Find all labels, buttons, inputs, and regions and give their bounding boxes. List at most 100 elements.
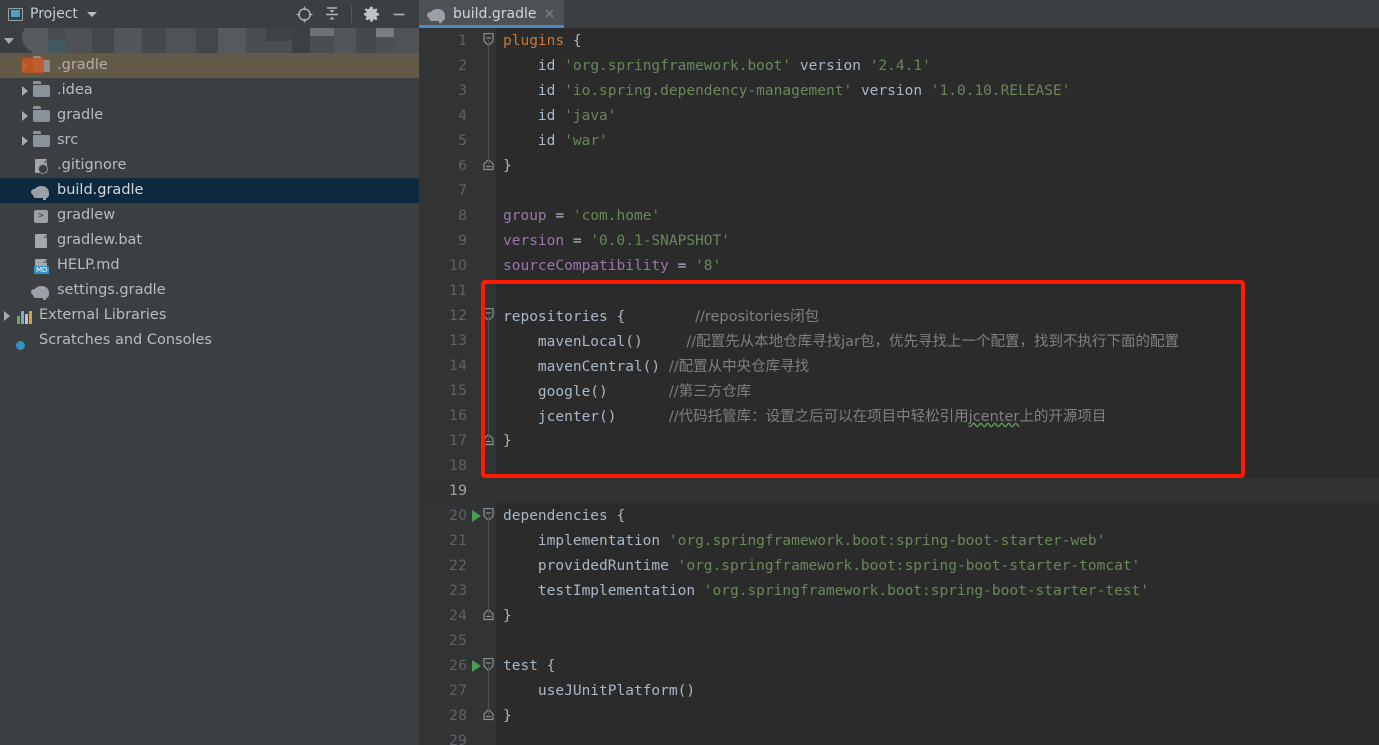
tree-item-src[interactable]: src xyxy=(0,128,419,153)
code-line-26[interactable]: 26 test { xyxy=(419,653,1379,678)
code-line-4[interactable]: 4 id 'java' xyxy=(419,103,1379,128)
tree-item-help-md[interactable]: MD HELP.md xyxy=(0,253,419,278)
editor-tab-build-gradle[interactable]: build.gradle × xyxy=(419,0,565,28)
code-line-18[interactable]: 18 xyxy=(419,453,1379,478)
code-line-17[interactable]: 17} xyxy=(419,428,1379,453)
shell-script-icon: > xyxy=(33,208,50,224)
tree-item-label: .gitignore xyxy=(57,157,127,173)
markdown-file-icon: MD xyxy=(33,258,50,274)
tree-item-gradlew-bat[interactable]: gradlew.bat xyxy=(0,228,419,253)
code-line-text: testImplementation 'org.springframework.… xyxy=(537,582,1150,599)
code-line-24[interactable]: 24} xyxy=(419,603,1379,628)
tree-item-idea[interactable]: .idea xyxy=(0,78,419,103)
line-number: 16 xyxy=(449,407,467,424)
code-line-text: id 'io.spring.dependency-management' ver… xyxy=(537,82,1071,99)
tree-item-gradle[interactable]: gradle xyxy=(0,103,419,128)
tree-item-gradlew[interactable]: > gradlew xyxy=(0,203,419,228)
gear-icon[interactable] xyxy=(357,1,385,27)
code-line-16[interactable]: 16 jcenter() //代码托管库：设置之后可以在项目中轻松引用jcent… xyxy=(419,403,1379,428)
minimize-icon[interactable] xyxy=(385,1,413,27)
line-number: 2 xyxy=(458,57,467,74)
line-number: 24 xyxy=(449,607,467,624)
line-number: 27 xyxy=(449,682,467,699)
code-line-20[interactable]: 20 dependencies { xyxy=(419,503,1379,528)
line-number: 8 xyxy=(458,207,467,224)
gradle-file-icon xyxy=(31,183,50,200)
collapse-all-icon[interactable] xyxy=(318,1,346,27)
code-line-22[interactable]: 22 providedRuntime 'org.springframework.… xyxy=(419,553,1379,578)
code-line-7[interactable]: 7 xyxy=(419,178,1379,203)
code-line-15[interactable]: 15 google() //第三方仓库 xyxy=(419,378,1379,403)
chevron-right-icon[interactable] xyxy=(22,110,28,121)
tree-item-label: External Libraries xyxy=(39,307,167,323)
code-line-14[interactable]: 14 mavenCentral() //配置从中央仓库寻找 xyxy=(419,353,1379,378)
code-line-text: version = '0.0.1-SNAPSHOT' xyxy=(503,232,730,249)
code-line-11[interactable]: 11 xyxy=(419,278,1379,303)
scratches-icon xyxy=(15,333,32,349)
code-line-19[interactable]: 19 xyxy=(419,478,1379,503)
line-number: 28 xyxy=(449,707,467,724)
chevron-right-icon[interactable] xyxy=(22,85,28,96)
code-editor[interactable]: 1 plugins {2 id 'org.springframework.boot… xyxy=(419,28,1379,745)
code-indent-guide xyxy=(488,665,489,715)
code-line-29[interactable]: 29 xyxy=(419,728,1379,745)
text-file-icon xyxy=(33,233,50,249)
tree-item-label: build.gradle xyxy=(57,182,144,198)
tree-item-settings-gradle[interactable]: settings.gradle xyxy=(0,278,419,303)
tree-item-gradle[interactable]: .gradle xyxy=(0,53,419,78)
project-tree[interactable]: .gradle .idea gradle src .gitignore build.gra… xyxy=(0,28,419,745)
code-content[interactable]: 1 plugins {2 id 'org.springframework.boot… xyxy=(419,28,1379,745)
line-number: 9 xyxy=(458,232,467,249)
chevron-down-icon[interactable] xyxy=(86,11,97,17)
project-root-row[interactable] xyxy=(0,28,419,53)
code-line-text: implementation 'org.springframework.boot… xyxy=(537,532,1106,549)
code-indent-guide xyxy=(488,315,489,440)
code-line-13[interactable]: 13 mavenLocal() //配置先从本地仓库寻找jar包，优先寻找上一个… xyxy=(419,328,1379,353)
line-number: 3 xyxy=(458,82,467,99)
code-line-12[interactable]: 12 repositories { //repositories闭包 xyxy=(419,303,1379,328)
folder-icon xyxy=(33,108,50,124)
select-opened-file-icon[interactable] xyxy=(290,1,318,27)
code-line-28[interactable]: 28} xyxy=(419,703,1379,728)
tree-item-label: gradle xyxy=(57,107,104,123)
code-line-text: repositories { //repositories闭包 xyxy=(503,309,820,325)
project-panel-title-group[interactable]: Project xyxy=(8,6,97,22)
code-line-25[interactable]: 25 xyxy=(419,628,1379,653)
tree-item-label: src xyxy=(57,132,79,148)
line-number: 1 xyxy=(458,32,467,49)
run-gutter-icon[interactable] xyxy=(472,659,481,672)
gitignore-file-icon xyxy=(33,158,50,174)
line-number: 14 xyxy=(449,357,467,374)
code-line-8[interactable]: 8 group = 'com.home' xyxy=(419,203,1379,228)
blurred-project-name xyxy=(22,28,419,53)
tree-item-label: gradlew xyxy=(57,207,116,223)
editor-area: build.gradle × 1 plugins {2 id 'org.sprin… xyxy=(419,0,1379,745)
gradle-file-icon xyxy=(427,6,446,23)
project-tree-rows: .gradle .idea gradle src .gitignore build.gra… xyxy=(0,53,419,353)
code-line-3[interactable]: 3 id 'io.spring.dependency-management' v… xyxy=(419,78,1379,103)
code-line-23[interactable]: 23 testImplementation 'org.springframewo… xyxy=(419,578,1379,603)
code-line-10[interactable]: 10 sourceCompatibility = '8' xyxy=(419,253,1379,278)
chevron-right-icon[interactable] xyxy=(22,135,28,146)
code-line-text: group = 'com.home' xyxy=(503,207,661,224)
code-line-1[interactable]: 1 plugins { xyxy=(419,28,1379,53)
code-line-27[interactable]: 27 useJUnitPlatform() xyxy=(419,678,1379,703)
tree-item-external-libraries[interactable]: External Libraries xyxy=(0,303,419,328)
code-line-5[interactable]: 5 id 'war' xyxy=(419,128,1379,153)
project-tool-window: Project .gradle .idea gradle src .gitign… xyxy=(0,0,419,745)
line-number: 6 xyxy=(458,157,467,174)
code-line-6[interactable]: 6} xyxy=(419,153,1379,178)
code-line-text: test { xyxy=(503,657,556,674)
line-number: 11 xyxy=(449,282,467,299)
project-root-twisty-icon[interactable] xyxy=(4,37,14,44)
chevron-right-icon[interactable] xyxy=(4,310,10,321)
code-line-2[interactable]: 2 id 'org.springframework.boot' version … xyxy=(419,53,1379,78)
tree-item-scratches-and-consoles[interactable]: Scratches and Consoles xyxy=(0,328,419,353)
editor-tab-label: build.gradle xyxy=(453,6,537,22)
close-icon[interactable]: × xyxy=(544,7,556,21)
run-gutter-icon[interactable] xyxy=(472,509,481,522)
code-line-9[interactable]: 9 version = '0.0.1-SNAPSHOT' xyxy=(419,228,1379,253)
code-line-21[interactable]: 21 implementation 'org.springframework.b… xyxy=(419,528,1379,553)
tree-item-build-gradle[interactable]: build.gradle xyxy=(0,178,419,203)
tree-item-gitignore[interactable]: .gitignore xyxy=(0,153,419,178)
